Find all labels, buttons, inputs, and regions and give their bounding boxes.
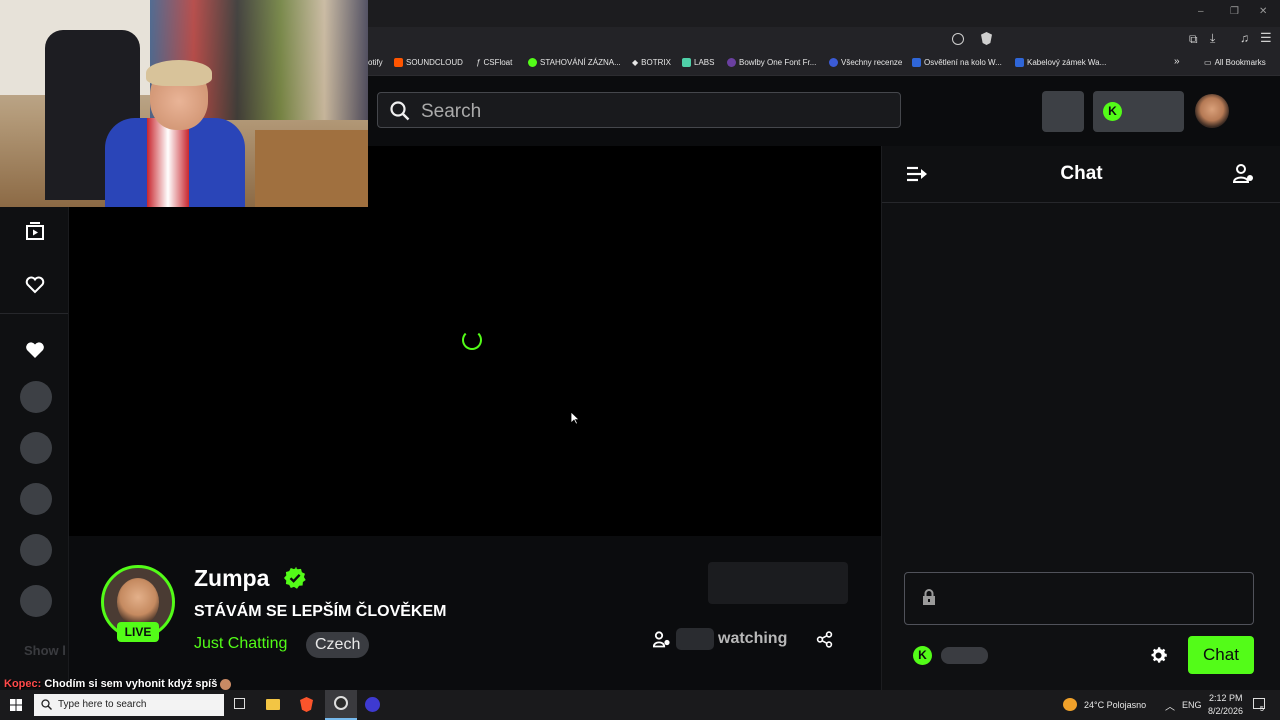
close-icon[interactable]: ✕ (1259, 6, 1267, 17)
stream-chat-overlay: Kopec: Chodím si sem vyhonit když spíš (4, 678, 232, 690)
share-icon[interactable] (816, 631, 833, 648)
sidebar-channel-avatar[interactable] (20, 585, 52, 617)
soundcloud-icon (394, 58, 403, 67)
task-view-icon[interactable] (234, 698, 245, 709)
obs-taskbar-button[interactable] (325, 690, 357, 720)
desk (255, 130, 368, 207)
zoom-icon[interactable] (952, 33, 964, 45)
viewers-icon (653, 631, 670, 648)
weather-text[interactable]: 24°C Polojasno (1084, 700, 1146, 710)
chat-overlay-message: Chodím si sem vyhonit když spíš (44, 678, 218, 690)
kick-icon (528, 58, 537, 67)
taskbar-search-placeholder: Type here to search (58, 699, 147, 710)
shop-icon (912, 58, 921, 67)
bookmark-item[interactable]: ƒ CSFloat (476, 58, 512, 67)
bookmark-item[interactable]: Bowlby One Font Fr... (727, 58, 816, 67)
sidebar-channel-avatar[interactable] (20, 381, 52, 413)
stream-title: STÁVÁM SE LEPŠÍM ČLOVĚKEM (194, 603, 447, 620)
mouse-cursor-icon (570, 411, 580, 425)
folder-icon: ▭ (1204, 58, 1212, 67)
review-site-icon (829, 58, 838, 67)
show-more-link[interactable]: Show l (24, 643, 66, 658)
sidebar-channel-avatar[interactable] (20, 432, 52, 464)
browse-icon[interactable] (25, 221, 45, 241)
heart-icon (26, 342, 44, 358)
tray-overflow-icon[interactable]: ︿ (1165, 698, 1175, 713)
streamer-name[interactable]: Zumpa (194, 565, 269, 592)
file-explorer-icon[interactable] (266, 699, 280, 710)
weather-icon (1063, 698, 1077, 711)
follow-button-skeleton[interactable] (708, 562, 848, 604)
sidebar-channel-avatar[interactable] (20, 534, 52, 566)
menu-icon[interactable]: ☰ (1260, 30, 1272, 46)
search-icon (390, 101, 410, 121)
brave-shield-icon[interactable] (981, 32, 992, 45)
send-chat-button[interactable]: Chat (1188, 636, 1254, 674)
bookmarks-overflow-icon[interactable]: » (1174, 56, 1180, 67)
csfloat-icon: ƒ (476, 58, 481, 67)
users-icon[interactable] (1233, 163, 1255, 185)
windows-start-icon[interactable] (10, 699, 22, 711)
bookmark-item[interactable]: otify (368, 58, 383, 67)
category-link[interactable]: Just Chatting (194, 635, 287, 653)
download-icon[interactable]: ⤓ (1210, 31, 1215, 46)
chat-title: Chat (1060, 163, 1103, 184)
settings-icon[interactable] (1148, 645, 1169, 666)
clock-time[interactable]: 2:12 PM (1209, 693, 1243, 703)
restore-icon[interactable]: ❐ (1230, 6, 1239, 17)
loading-spinner-icon (462, 330, 482, 350)
points-skeleton (941, 647, 988, 664)
language-tag[interactable]: Czech (306, 632, 370, 658)
font-site-icon (727, 58, 736, 67)
person-jersey (105, 118, 245, 207)
watching-label: watching (718, 630, 788, 647)
labs-icon (682, 58, 691, 67)
wallet-button[interactable]: K (1093, 91, 1184, 132)
bookmark-item[interactable]: Osvětlení na kolo W... (912, 58, 1002, 67)
bookmark-item[interactable]: LABS (682, 58, 714, 67)
left-sidebar: Show l (0, 200, 69, 690)
bookmark-item[interactable]: Všechny recenze (829, 58, 902, 67)
obs-icon (334, 696, 348, 710)
clock-date[interactable]: 8/2/2026 (1208, 706, 1243, 716)
bookmark-item[interactable]: Kabelový zámek Wa... (1015, 58, 1106, 67)
verified-icon (284, 567, 306, 589)
header-button-skeleton[interactable] (1042, 91, 1084, 132)
search-icon (41, 699, 52, 710)
bookmark-item[interactable]: ◆ BOTRIX (632, 58, 671, 67)
following-icon[interactable] (25, 276, 45, 294)
windows-taskbar: Type here to search 24°C Polojasno ︿ ENG… (0, 690, 1280, 720)
kick-points-icon[interactable]: K (913, 646, 932, 665)
kick-logo-icon: K (1103, 102, 1122, 121)
viewer-count-skeleton (676, 628, 714, 650)
sidebar-divider (0, 313, 68, 314)
all-bookmarks[interactable]: ▭ All Bookmarks (1204, 58, 1266, 67)
minimize-icon[interactable]: – (1198, 6, 1204, 17)
person-hair (146, 60, 212, 86)
user-avatar[interactable] (1195, 94, 1229, 128)
input-language[interactable]: ENG (1182, 700, 1202, 710)
search-input[interactable]: Search (377, 92, 901, 128)
botrix-icon: ◆ (632, 58, 639, 67)
taskbar-search-input[interactable]: Type here to search (34, 694, 224, 716)
chat-overlay-user: Kopec: (4, 678, 42, 690)
app-icon[interactable] (365, 697, 380, 712)
live-badge: LIVE (117, 622, 159, 642)
extensions-icon[interactable]: ⧉ (1189, 32, 1198, 47)
media-icon[interactable]: ♫ (1240, 31, 1249, 45)
shop-icon (1015, 58, 1024, 67)
webcam-overlay (0, 0, 368, 207)
notification-count: 5 (1260, 706, 1264, 713)
chat-header: Chat (882, 146, 1280, 203)
search-placeholder: Search (421, 101, 482, 122)
avatar-face (117, 578, 159, 626)
bookmark-item[interactable]: STAHOVÁNÍ ZÁZNA... (528, 58, 621, 67)
chat-input[interactable] (904, 572, 1254, 625)
brave-browser-icon[interactable] (300, 697, 313, 712)
bookmark-item[interactable]: SOUNDCLOUD (394, 58, 463, 67)
lock-icon (923, 589, 935, 605)
chat-overlay-emote-icon (220, 678, 232, 690)
sidebar-channel-avatar[interactable] (20, 483, 52, 515)
